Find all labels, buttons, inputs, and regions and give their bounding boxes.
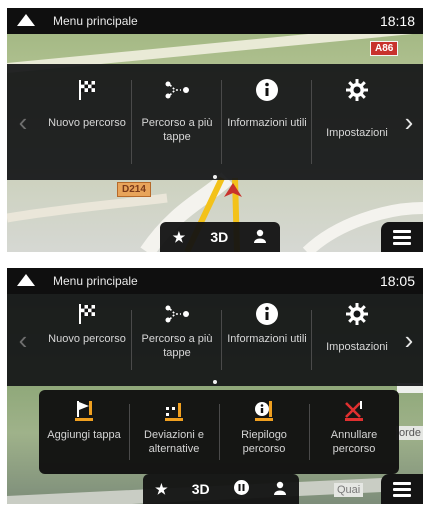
screenshot-1: A86 D214 Menu principale 18:18 ‹ › Nuovo… — [7, 8, 423, 252]
menu-item-nuovo-percorso[interactable]: Nuovo percorso — [41, 294, 133, 386]
main-menu-panel: ‹ › Nuovo percorso Percorso a più tappe … — [7, 294, 423, 386]
street-label: Quai — [334, 483, 364, 497]
vehicle-position-icon — [224, 183, 242, 197]
page-dot — [213, 380, 217, 384]
menu-item-impostazioni[interactable]: Impostazioni — [311, 64, 403, 180]
pause-icon[interactable] — [233, 480, 249, 498]
submenu-item-deviazioni[interactable]: Deviazioni e alternative — [129, 390, 219, 474]
add-waypoint-icon — [72, 398, 96, 422]
road-sign-d214: D214 — [117, 182, 151, 197]
status-bar: Menu principale 18:18 — [7, 8, 423, 34]
prev-page-chevron-icon[interactable]: ‹ — [11, 294, 35, 386]
submenu-item-riepilogo[interactable]: Riepilogo percorso — [219, 390, 309, 474]
menu-item-label: Percorso a più tappe — [141, 117, 213, 143]
submenu-item-aggiungi-tappa[interactable]: Aggiungi tappa — [39, 390, 129, 474]
info-icon — [255, 78, 279, 102]
route-submenu-panel: Aggiungi tappa Deviazioni e alternative … — [39, 390, 399, 474]
status-bar: Menu principale 18:05 — [7, 268, 423, 294]
menu-item-label: Nuovo percorso — [48, 333, 126, 345]
checkered-flag-icon — [75, 78, 99, 102]
menu-title: Menu principale — [53, 274, 138, 288]
menu-item-nuovo-percorso[interactable]: Nuovo percorso — [41, 64, 133, 180]
hamburger-menu-icon[interactable] — [381, 222, 423, 252]
menu-item-label: Percorso a più tappe — [141, 333, 213, 359]
collapse-arrow-icon[interactable] — [17, 274, 35, 286]
submenu-item-label: Annullare percorso — [330, 429, 378, 455]
view-mode-button[interactable]: 3D — [192, 481, 210, 497]
hamburger-menu-icon[interactable] — [381, 474, 423, 504]
menu-item-informazioni-utili[interactable]: Informazioni utili — [221, 64, 313, 180]
menu-item-label: Impostazioni — [326, 127, 388, 139]
detour-icon — [162, 398, 186, 422]
multi-stop-route-icon — [165, 78, 189, 102]
menu-item-label: Informazioni utili — [227, 117, 307, 129]
street-label: orde — [396, 426, 423, 440]
submenu-item-label: Aggiungi tappa — [47, 429, 121, 441]
star-icon[interactable]: ★ — [173, 229, 186, 246]
bottom-toolbar: ★ 3D — [160, 222, 280, 252]
submenu-item-label: Deviazioni e alternative — [144, 429, 204, 455]
menu-item-percorso-piu-tappe[interactable]: Percorso a più tappe — [131, 294, 223, 386]
person-icon[interactable] — [253, 229, 267, 246]
menu-item-impostazioni[interactable]: Impostazioni — [311, 294, 403, 386]
submenu-item-annullare[interactable]: Annullare percorso — [309, 390, 399, 474]
menu-item-label: Impostazioni — [326, 341, 388, 353]
bottom-toolbar: ★ 3D — [143, 474, 299, 504]
person-icon[interactable] — [273, 481, 287, 498]
screenshot-2: orde Quai Menu principale 18:05 ‹ › Nuov… — [7, 268, 423, 504]
collapse-arrow-icon[interactable] — [17, 14, 35, 26]
page-indicator — [7, 380, 423, 384]
multi-stop-route-icon — [165, 302, 189, 326]
gear-icon — [345, 78, 369, 102]
road-sign-a86: A86 — [370, 41, 399, 56]
star-icon[interactable]: ★ — [155, 481, 168, 498]
clock: 18:18 — [379, 13, 415, 29]
cancel-route-icon — [342, 398, 366, 422]
clock: 18:05 — [379, 273, 415, 289]
checkered-flag-icon — [75, 302, 99, 326]
submenu-item-label: Riepilogo percorso — [241, 429, 287, 455]
menu-title: Menu principale — [53, 14, 138, 28]
menu-item-label: Informazioni utili — [227, 333, 307, 345]
gear-icon — [345, 302, 369, 326]
info-icon — [255, 302, 279, 326]
route-summary-icon — [252, 398, 276, 422]
view-mode-button[interactable]: 3D — [210, 229, 228, 245]
main-menu-panel: ‹ › Nuovo percorso Percorso a più tappe … — [7, 64, 423, 180]
menu-item-informazioni-utili[interactable]: Informazioni utili — [221, 294, 313, 386]
page-indicator — [7, 175, 423, 179]
menu-item-label: Nuovo percorso — [48, 117, 126, 129]
page-dot — [213, 175, 217, 179]
prev-page-chevron-icon[interactable]: ‹ — [11, 64, 35, 180]
menu-item-percorso-piu-tappe[interactable]: Percorso a più tappe — [131, 64, 223, 180]
